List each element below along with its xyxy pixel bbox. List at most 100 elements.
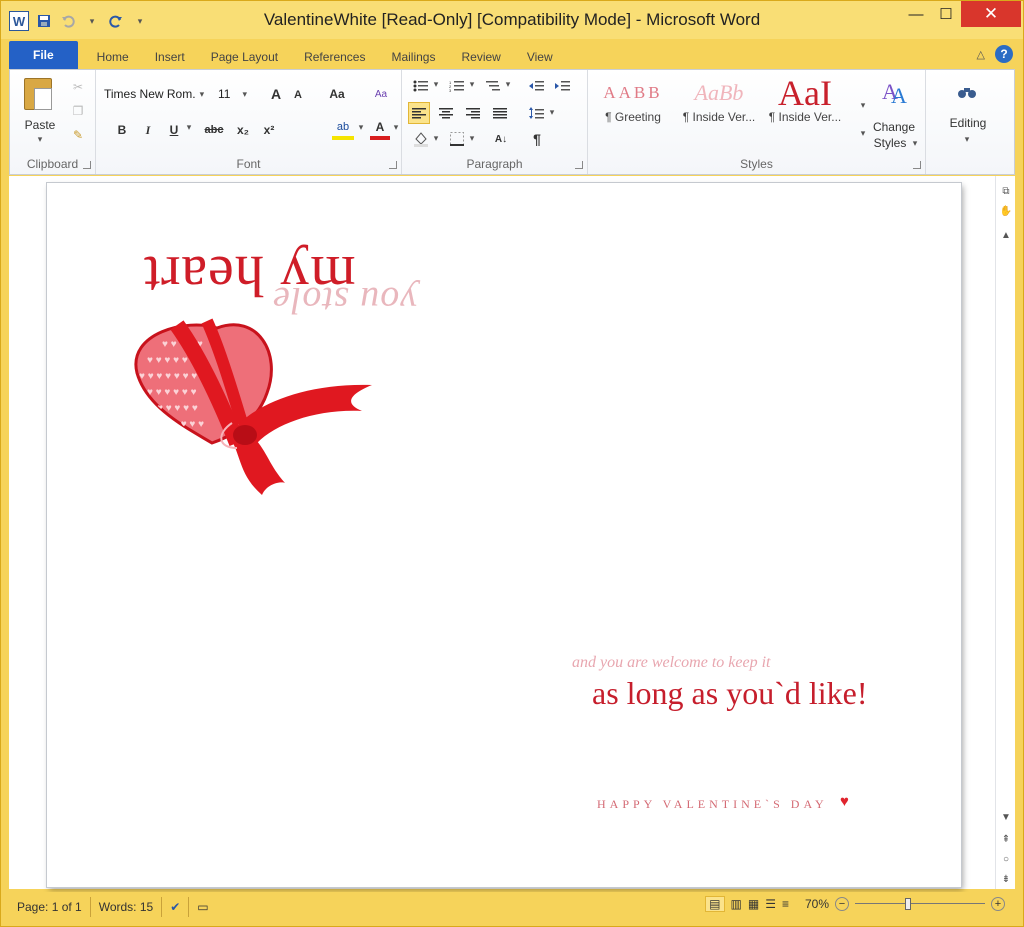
change-styles-dropdown-icon[interactable]: ▾ bbox=[910, 138, 920, 149]
full-screen-reading-icon[interactable]: ▥ bbox=[731, 897, 742, 911]
macro-record-icon[interactable]: ▭ bbox=[189, 897, 216, 917]
window-controls: — ☐ ✕ bbox=[901, 1, 1021, 27]
subscript-button[interactable]: x₂ bbox=[232, 120, 254, 140]
superscript-button[interactable]: x² bbox=[258, 120, 280, 140]
tab-view[interactable]: View bbox=[514, 45, 566, 69]
select-browse-object-icon[interactable]: ○ bbox=[996, 854, 1016, 865]
zoom-slider-thumb[interactable] bbox=[905, 898, 911, 910]
close-button[interactable]: ✕ bbox=[961, 1, 1021, 27]
repeat-icon[interactable] bbox=[107, 12, 125, 30]
draft-icon[interactable]: ≡ bbox=[782, 897, 789, 911]
copy-icon[interactable]: ❐ bbox=[70, 104, 86, 118]
style-inside-verse-1[interactable]: AaBb ¶ Inside Ver... bbox=[678, 76, 760, 134]
tab-home[interactable]: Home bbox=[84, 45, 142, 69]
undo-dropdown-icon[interactable]: ▾ bbox=[83, 12, 101, 30]
line-spacing-dropdown-icon[interactable]: ▾ bbox=[548, 107, 556, 118]
page-count[interactable]: Page: 1 of 1 bbox=[9, 897, 91, 917]
bold-button[interactable]: B bbox=[112, 120, 132, 140]
tab-mailings[interactable]: Mailings bbox=[378, 45, 448, 69]
clipboard-launcher-icon[interactable] bbox=[83, 161, 91, 169]
shading-dropdown-icon[interactable]: ▾ bbox=[432, 133, 440, 144]
editing-dropdown-icon[interactable]: ▾ bbox=[962, 134, 972, 145]
underline-button[interactable]: U bbox=[164, 120, 184, 140]
bullets-dropdown-icon[interactable]: ▾ bbox=[432, 79, 440, 90]
shrink-font-button[interactable]: A bbox=[290, 86, 306, 104]
undo-icon[interactable] bbox=[59, 12, 77, 30]
font-launcher-icon[interactable] bbox=[389, 161, 397, 169]
outline-icon[interactable]: ☰ bbox=[765, 897, 776, 911]
maximize-button[interactable]: ☐ bbox=[931, 1, 961, 27]
format-painter-icon[interactable]: ✎ bbox=[70, 128, 86, 142]
line-spacing-icon[interactable] bbox=[526, 102, 548, 124]
zoom-out-button[interactable]: − bbox=[835, 897, 849, 911]
editing-button[interactable]: Editing bbox=[936, 116, 1000, 130]
multilevel-dropdown-icon[interactable]: ▾ bbox=[504, 79, 512, 90]
font-size-box[interactable]: 11 ▾ bbox=[218, 84, 258, 104]
next-page-icon[interactable]: ⇟ bbox=[996, 874, 1016, 885]
tab-page-layout[interactable]: Page Layout bbox=[198, 45, 291, 69]
align-right-icon[interactable] bbox=[462, 102, 484, 124]
decrease-indent-icon[interactable] bbox=[526, 76, 548, 96]
proofing-icon[interactable]: ✔ bbox=[162, 897, 190, 917]
font-color-button[interactable]: A bbox=[370, 118, 390, 140]
strikethrough-button[interactable]: abc bbox=[202, 120, 226, 140]
minimize-button[interactable]: — bbox=[901, 1, 931, 27]
font-color-dropdown-icon[interactable]: ▾ bbox=[391, 122, 401, 133]
view-ruler-icon[interactable]: ⧉ bbox=[996, 186, 1016, 197]
save-icon[interactable] bbox=[35, 12, 53, 30]
align-left-icon[interactable] bbox=[408, 102, 430, 124]
tab-insert[interactable]: Insert bbox=[142, 45, 198, 69]
change-case-button[interactable]: Aa bbox=[322, 84, 352, 104]
show-formatting-button[interactable]: ¶ bbox=[526, 128, 548, 150]
style-greeting[interactable]: AABB ¶ Greeting bbox=[592, 76, 674, 134]
paste-button[interactable]: Paste bbox=[18, 118, 62, 132]
word-count[interactable]: Words: 15 bbox=[91, 897, 163, 917]
highlight-dropdown-icon[interactable]: ▾ bbox=[356, 122, 366, 133]
zoom-in-button[interactable]: + bbox=[991, 897, 1005, 911]
clear-formatting-icon[interactable]: Aa bbox=[370, 84, 392, 104]
help-icon[interactable]: ? bbox=[995, 45, 1013, 63]
scroll-up-icon[interactable]: ▲ bbox=[996, 230, 1016, 241]
minimize-ribbon-icon[interactable]: △ bbox=[977, 48, 985, 61]
italic-button[interactable]: I bbox=[138, 120, 158, 140]
multilevel-list-icon[interactable] bbox=[482, 76, 504, 96]
tab-file[interactable]: File bbox=[9, 41, 78, 69]
align-center-icon[interactable] bbox=[435, 102, 457, 124]
numbering-dropdown-icon[interactable]: ▾ bbox=[468, 79, 476, 90]
vertical-scrollbar[interactable]: ⧉ ✋ ▲ ▼ ⇞ ○ ⇟ bbox=[995, 176, 1015, 889]
font-name-box[interactable]: Times New Rom. ▾ bbox=[104, 84, 214, 104]
customize-icon[interactable]: ▾ bbox=[131, 12, 149, 30]
highlight-button[interactable]: ab bbox=[332, 118, 354, 140]
tab-review[interactable]: Review bbox=[448, 45, 513, 69]
change-styles-button[interactable]: Change bbox=[870, 120, 918, 134]
print-layout-icon[interactable]: ▤ bbox=[705, 896, 725, 912]
styles-more-icon[interactable]: ▾ bbox=[858, 128, 868, 139]
paste-dropdown-icon[interactable]: ▾ bbox=[32, 134, 48, 145]
cut-icon[interactable]: ✂ bbox=[70, 80, 86, 94]
underline-dropdown-icon[interactable]: ▾ bbox=[184, 122, 194, 133]
numbering-icon[interactable]: 123 bbox=[446, 76, 468, 96]
zoom-slider[interactable] bbox=[855, 897, 985, 911]
document-page[interactable]: my heart you stole ♥ ♥ ♥ ♥ ♥ ♥ ♥ ♥ ♥ ♥ ♥… bbox=[47, 183, 961, 887]
sort-icon[interactable]: A↓ bbox=[490, 128, 512, 150]
shading-icon[interactable] bbox=[410, 128, 432, 150]
style-inside-verse-2[interactable]: AaI ¶ Inside Ver... bbox=[764, 76, 846, 134]
tab-references[interactable]: References bbox=[291, 45, 378, 69]
word-app-icon[interactable]: W bbox=[9, 11, 29, 31]
bullets-icon[interactable] bbox=[410, 76, 432, 96]
web-layout-icon[interactable]: ▦ bbox=[748, 897, 759, 911]
zoom-level[interactable]: 70% bbox=[805, 897, 829, 911]
grow-font-button[interactable]: A bbox=[266, 84, 286, 104]
justify-icon[interactable] bbox=[489, 102, 511, 124]
previous-page-icon[interactable]: ⇞ bbox=[996, 834, 1016, 845]
styles-scroll-icon[interactable]: ▾ bbox=[858, 100, 868, 111]
heart-ribbon-image: ♥ ♥ ♥ ♥ ♥ ♥ ♥ ♥ ♥ ♥ ♥ ♥ ♥ ♥ ♥ ♥ ♥ ♥ ♥ ♥ … bbox=[117, 313, 387, 503]
styles-launcher-icon[interactable] bbox=[913, 161, 921, 169]
paragraph-launcher-icon[interactable] bbox=[575, 161, 583, 169]
paste-icon[interactable] bbox=[24, 78, 52, 110]
borders-icon[interactable] bbox=[446, 128, 468, 150]
pan-hand-icon[interactable]: ✋ bbox=[996, 206, 1016, 217]
scroll-down-icon[interactable]: ▼ bbox=[996, 812, 1016, 823]
increase-indent-icon[interactable] bbox=[552, 76, 574, 96]
borders-dropdown-icon[interactable]: ▾ bbox=[468, 133, 476, 144]
